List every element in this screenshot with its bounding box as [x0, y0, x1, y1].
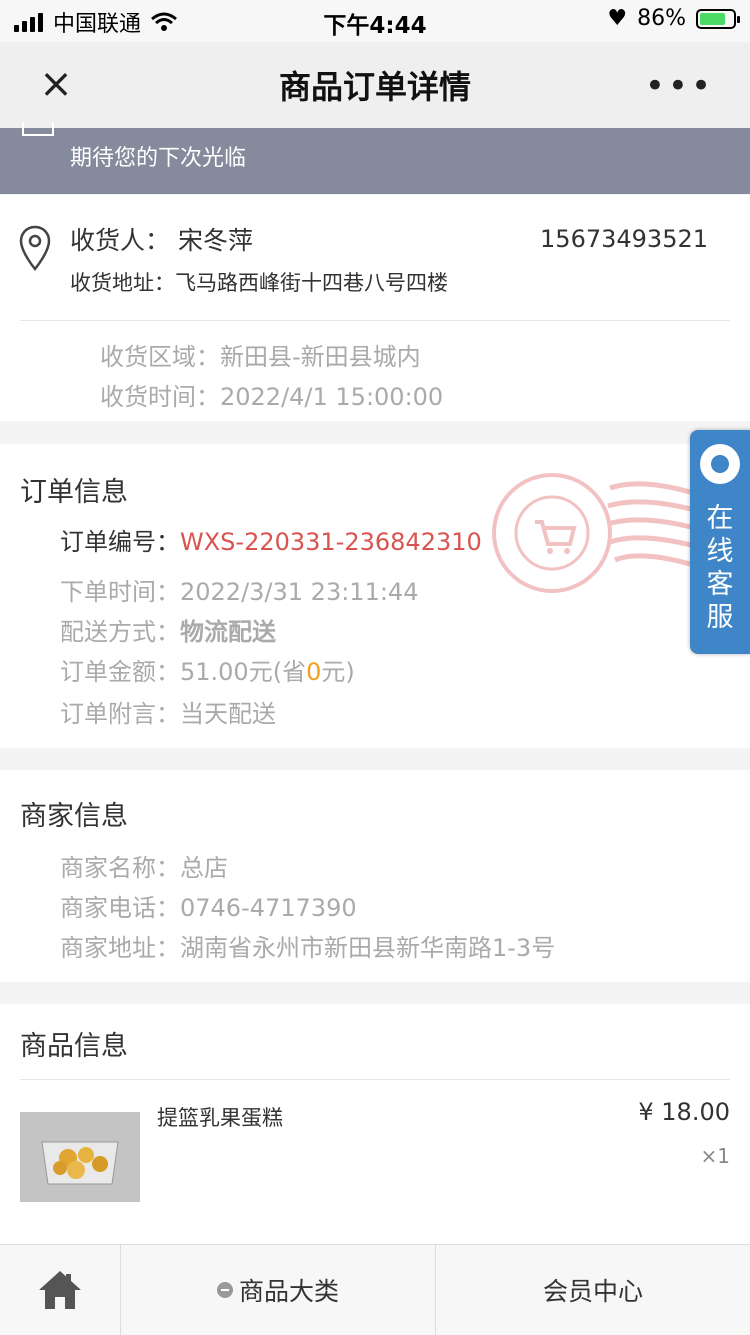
nav-bar: × 商品订单详情 •••: [0, 42, 750, 128]
product-price: ¥ 18.00: [638, 1098, 730, 1126]
delivery-area: 收货区域：新田县-新田县城内: [100, 343, 421, 371]
order-info-section: 订单信息 订单编号：WXS-220331-236842310 下单时间：2022…: [0, 444, 750, 748]
goods-info-title: 商品信息: [20, 1031, 128, 1062]
tab-category-label: 商品大类: [238, 1277, 339, 1306]
order-info-title: 订单信息: [20, 477, 128, 508]
tab-member-center[interactable]: 会员中心: [436, 1245, 750, 1335]
bottom-tab-bar: 商品大类 会员中心: [0, 1244, 750, 1335]
status-bar: 中国联通 下午4:44 ♥ 86%: [0, 0, 750, 42]
order-amount-prefix: 订单金额：51.00元(省: [60, 658, 307, 686]
heart-icon: ♥: [607, 6, 628, 31]
merchant-info-title: 商家信息: [20, 801, 128, 832]
order-amount-saved: 0: [306, 658, 322, 686]
order-number-label: 订单编号：: [60, 528, 180, 556]
merchant-info-section: 商家信息 商家名称：总店 商家电话：0746-4717390 商家地址：湖南省永…: [0, 770, 750, 982]
minus-circle-icon: [216, 1282, 233, 1298]
divider: [20, 1079, 730, 1080]
recipient-label: 收货人：: [70, 226, 171, 255]
merchant-phone[interactable]: 商家电话：0746-4717390: [60, 888, 357, 923]
banner-text: 期待您的下次光临: [70, 146, 247, 171]
online-service-label: 在线客服: [706, 503, 734, 633]
delivery-method-value: 物流配送: [180, 618, 276, 646]
delivery-method: 配送方式：物流配送: [60, 612, 276, 647]
added-to-collection-stamp: [492, 473, 695, 593]
merchant-address: 商家地址：湖南省永州市新田县新华南路1-3号: [60, 934, 556, 962]
tab-member-label: 会员中心: [542, 1277, 643, 1306]
order-number-value: WXS-220331-236842310: [180, 528, 482, 556]
battery-icon: [696, 8, 740, 29]
home-icon: [39, 1271, 81, 1309]
status-right: ♥ 86%: [607, 6, 740, 31]
address-section: 收货人： 宋冬萍 15673493521 收货地址：飞马路西峰街十四巷八号四楼 …: [0, 195, 750, 421]
recipient-phone[interactable]: 15673493521: [540, 225, 708, 253]
product-quantity: ×1: [700, 1144, 730, 1168]
battery-percent: 86%: [637, 6, 686, 31]
order-amount: 订单金额：51.00元(省0元): [60, 652, 355, 687]
goods-info-section: 商品信息 提篮乳果蛋糕 ¥ 18.00 ×1: [0, 1004, 750, 1244]
order-number: 订单编号：WXS-220331-236842310: [60, 522, 482, 557]
tab-home[interactable]: [0, 1245, 121, 1335]
order-amount-suffix: 元): [321, 658, 355, 686]
divider: [20, 320, 730, 321]
order-time: 下单时间：2022/3/31 23:11:44: [60, 578, 419, 606]
recipient: 收货人： 宋冬萍: [70, 221, 253, 257]
location-pin-icon: [19, 225, 51, 271]
online-service-button[interactable]: 在线客服: [690, 430, 750, 654]
product-image: [20, 1112, 140, 1202]
product-name: 提篮乳果蛋糕: [157, 1106, 283, 1130]
more-icon[interactable]: •••: [645, 66, 714, 106]
recipient-name: 宋冬萍: [177, 226, 253, 255]
status-banner: 期待您的下次光临: [0, 122, 750, 194]
delivery-time: 收货时间：2022/4/1 15:00:00: [100, 383, 444, 411]
delivery-method-label: 配送方式：: [60, 618, 180, 646]
banner-icon: [22, 122, 54, 136]
customer-service-icon: [700, 444, 740, 484]
page-title: 商品订单详情: [278, 68, 471, 106]
order-note: 订单附言：当天配送: [60, 700, 276, 728]
tab-category[interactable]: 商品大类: [121, 1245, 436, 1335]
delivery-address: 收货地址：飞马路西峰街十四巷八号四楼: [70, 271, 448, 295]
merchant-name: 商家名称：总店: [60, 854, 228, 882]
